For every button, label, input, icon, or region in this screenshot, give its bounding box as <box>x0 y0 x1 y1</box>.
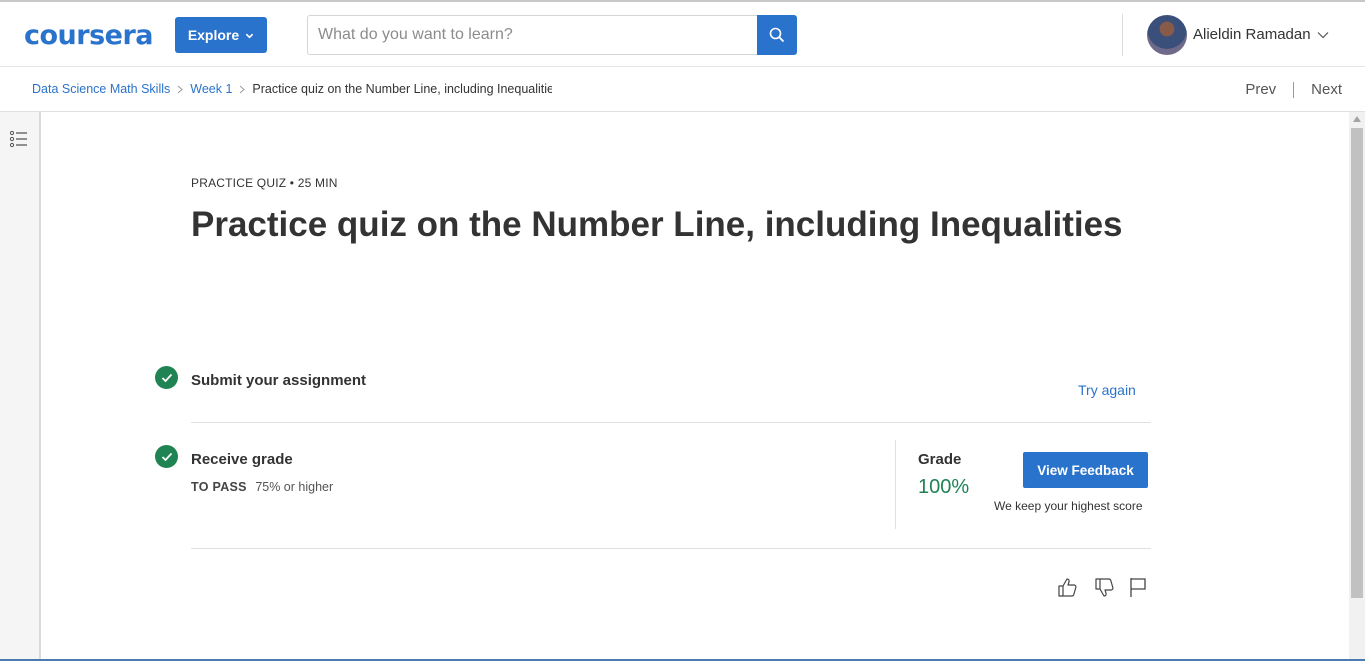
submit-step-title: Submit your assignment <box>191 372 367 389</box>
explore-button[interactable]: Explore <box>175 17 267 53</box>
coursera-logo[interactable]: coursera <box>24 20 154 51</box>
user-menu[interactable]: Alieldin Ramadan <box>1193 26 1329 43</box>
chevron-down-icon <box>245 33 254 38</box>
search-field[interactable] <box>307 15 758 55</box>
quiz-meta: PRACTICE QUIZ • 25 MIN <box>191 176 338 190</box>
flag-icon[interactable] <box>1128 576 1150 598</box>
next-link[interactable]: Next <box>1311 81 1342 98</box>
page-title: Practice quiz on the Number Line, includ… <box>191 205 1123 244</box>
chevron-right-icon <box>177 85 184 93</box>
scrollbar-thumb[interactable] <box>1351 128 1363 598</box>
grade-label: Grade <box>918 451 962 468</box>
highest-score-note: We keep your highest score <box>994 499 1143 513</box>
to-pass-label: TO PASS <box>191 480 247 494</box>
thumbs-up-icon[interactable] <box>1056 576 1078 598</box>
list-icon[interactable] <box>9 130 29 148</box>
left-rail <box>0 112 41 661</box>
divider <box>191 422 1151 423</box>
nav-divider <box>1293 81 1295 98</box>
prev-link[interactable]: Prev <box>1245 81 1276 98</box>
header-divider <box>1122 14 1123 56</box>
breadcrumb-course[interactable]: Data Science Math Skills <box>32 82 170 96</box>
user-name: Alieldin Ramadan <box>1193 26 1311 43</box>
check-icon <box>155 445 178 468</box>
breadcrumb-current: Practice quiz on the Number Line, includ… <box>252 82 553 96</box>
search-button[interactable] <box>757 15 797 55</box>
view-feedback-button[interactable]: View Feedback <box>1023 452 1148 488</box>
breadcrumb: Data Science Math Skills Week 1 Practice… <box>32 82 552 96</box>
scroll-up-arrow[interactable] <box>1353 116 1361 122</box>
receive-step-title: Receive grade <box>191 451 293 468</box>
site-header: coursera Explore Alieldin Ramadan <box>0 2 1365 67</box>
to-pass-value: 75% or higher <box>255 480 334 494</box>
try-again-link[interactable]: Try again <box>1078 382 1136 398</box>
chevron-right-icon <box>240 85 246 93</box>
grade-value: 100% <box>918 476 970 498</box>
explore-label: Explore <box>187 27 240 43</box>
pass-requirement: TO PASS 75% or higher <box>191 480 333 494</box>
thumbs-down-icon[interactable] <box>1093 577 1115 599</box>
divider <box>191 548 1151 549</box>
prev-next-nav: Prev Next <box>1245 81 1342 98</box>
check-icon <box>155 366 178 389</box>
avatar[interactable] <box>1147 15 1187 55</box>
breadcrumb-week[interactable]: Week 1 <box>190 82 232 96</box>
breadcrumb-bar: Data Science Math Skills Week 1 Practice… <box>0 67 1365 112</box>
search-input[interactable] <box>308 16 758 54</box>
grade-divider <box>895 440 896 529</box>
chevron-down-icon <box>1317 31 1329 38</box>
search-icon <box>769 27 785 43</box>
